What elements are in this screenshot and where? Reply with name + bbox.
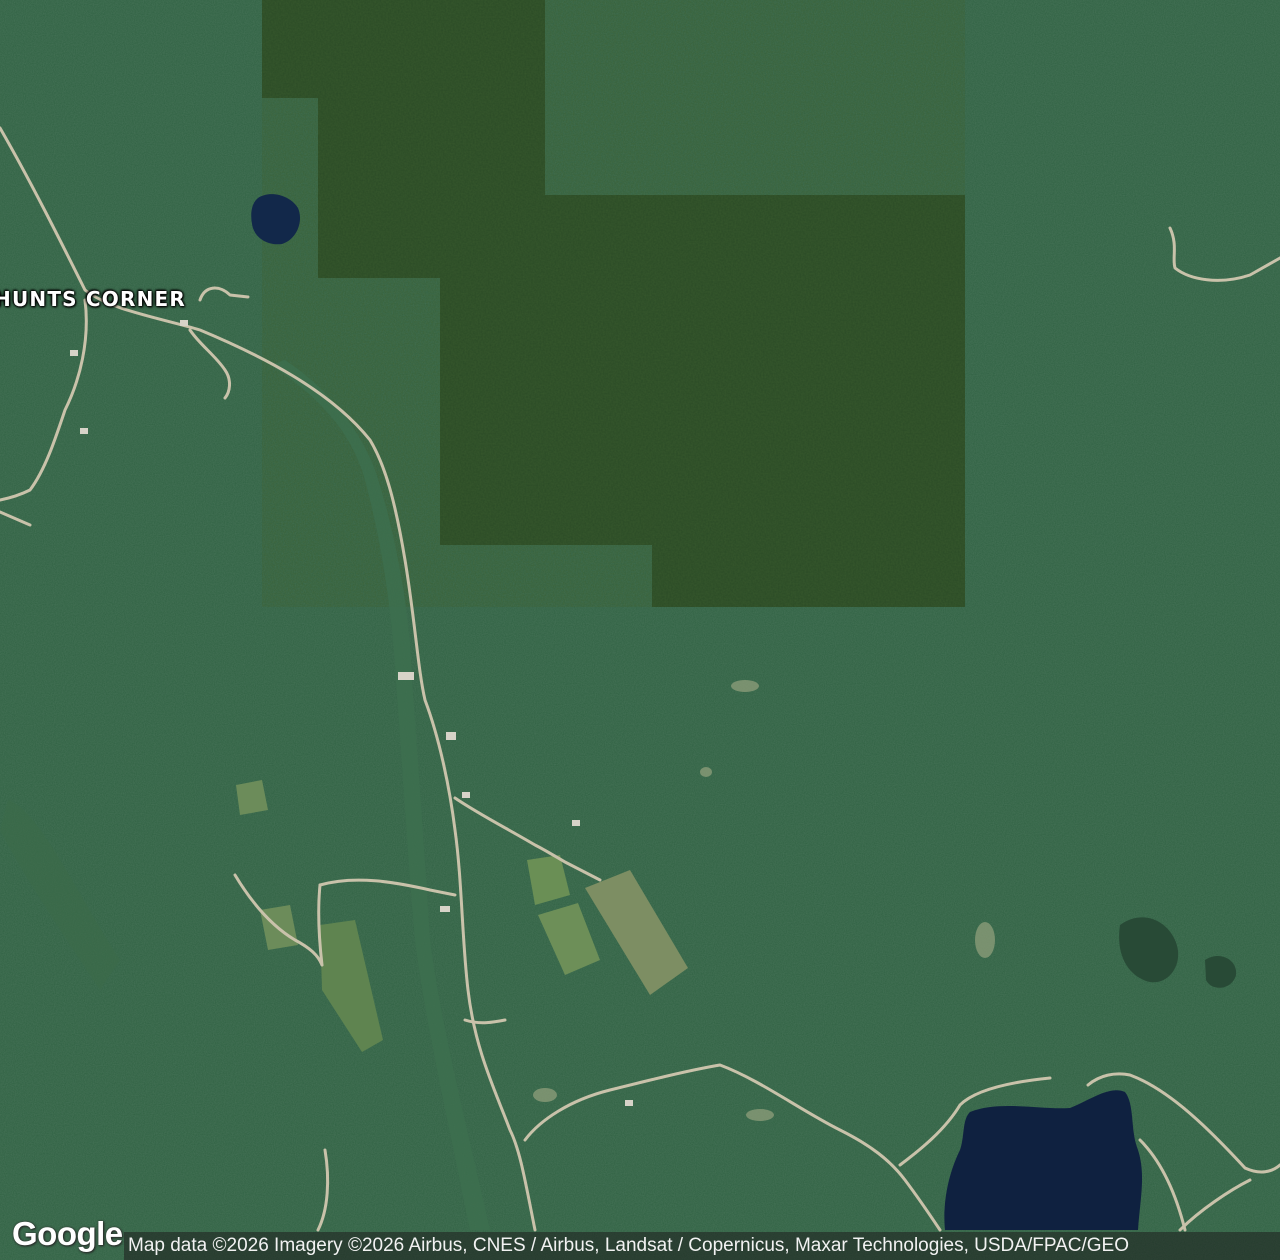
map-attribution: Map data ©2026 Imagery ©2026 Airbus, CNE…	[124, 1232, 1280, 1260]
satellite-imagery[interactable]	[0, 0, 1280, 1260]
google-logo: Google	[12, 1215, 123, 1252]
place-label-hunts-corner: HUNTS CORNER	[0, 287, 187, 311]
map-view[interactable]: HUNTS CORNER Google Map data ©2026 Image…	[0, 0, 1280, 1260]
lake	[944, 1090, 1143, 1230]
